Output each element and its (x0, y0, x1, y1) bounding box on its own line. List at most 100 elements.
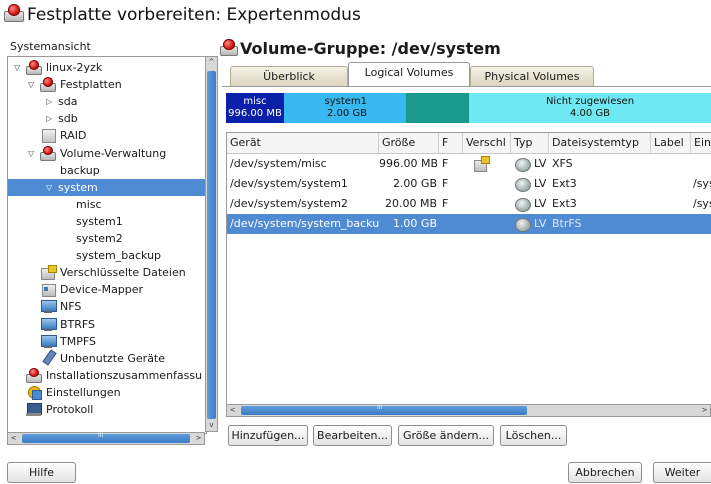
tree-item-label: Festplatten (60, 78, 122, 92)
cell-device: /dev/system/misc (230, 157, 327, 170)
cell-device: /dev/system/system2 (230, 197, 348, 210)
tree-item-nfs[interactable]: NFS (8, 298, 206, 315)
col-fs-type[interactable]: Dateisystemtyp (549, 133, 651, 153)
scroll-grip: III (377, 404, 383, 411)
cancel-button[interactable]: Abbrechen (568, 462, 642, 483)
table-horizontal-scrollbar[interactable]: < III > (226, 404, 711, 417)
col-device[interactable]: Gerät (227, 133, 379, 153)
settings-icon (26, 384, 42, 400)
tree-item-sdb[interactable]: ▷ sdb (8, 110, 206, 127)
add-button[interactable]: Hinzufügen... (228, 425, 308, 446)
volume-group-title: Volume-Gruppe: /dev/system (220, 39, 501, 58)
tree-item-tmpfs[interactable]: TMPFS (8, 333, 206, 350)
cell-type: LV (534, 217, 547, 230)
cell-type: LV (534, 157, 547, 170)
collapse-arrow-icon[interactable]: ▽ (14, 59, 20, 76)
cell-size: 1.00 GB (392, 217, 437, 230)
tree-vertical-scrollbar[interactable]: ^ v (205, 56, 218, 432)
tab-physical-volumes[interactable]: Physical Volumes (470, 66, 594, 86)
tree-item-unbenutzte-ger-te[interactable]: Unbenutzte Geräte (8, 349, 206, 367)
scroll-down-icon[interactable]: v (206, 420, 217, 431)
table-horizontal-scroll-thumb[interactable]: III (241, 404, 527, 415)
tree-item-label: system (58, 180, 98, 194)
next-button[interactable]: Weiter (653, 462, 711, 483)
tree-item-raid[interactable]: RAID (8, 127, 206, 144)
expand-arrow-icon[interactable]: ▷ (46, 93, 52, 110)
bar-segment-misc[interactable]: misc 996.00 MB (226, 93, 284, 123)
tree-item-label: NFS (60, 300, 82, 314)
tree-item-btrfs[interactable]: BTRFS (8, 316, 206, 333)
system-view-tree[interactable]: ▽ linux-2yzk ▽ Festplatten ▷ sda ▷ sdb RAID ▽ Volu… (7, 56, 207, 434)
table-row[interactable]: /dev/system/system2 20.00 MB F LV Ext3/sys (227, 194, 711, 214)
tab-panel-border (222, 86, 711, 87)
tree-item-label: linux-2yzk (46, 61, 103, 74)
resize-button[interactable]: Größe ändern... (398, 425, 494, 446)
bar-segment-other[interactable] (406, 93, 469, 123)
tree-item-sda[interactable]: ▷ sda (8, 93, 206, 110)
edit-button[interactable]: Bearbeiten... (313, 425, 392, 446)
cell-type: LV (534, 197, 547, 210)
scroll-left-icon[interactable]: < (8, 433, 19, 444)
delete-button[interactable]: Löschen... (500, 425, 567, 446)
logical-volume-icon (515, 158, 531, 172)
logical-volume-icon (515, 178, 531, 192)
col-label[interactable]: Label (651, 133, 691, 153)
tree-item-verschl-sselte-dateien[interactable]: Verschlüsselte Dateien (8, 264, 206, 281)
tree-item-backup[interactable]: backup (8, 162, 206, 179)
table-row[interactable]: /dev/system/misc 996.00 MB F LV XFS (227, 154, 711, 174)
tree-vertical-scroll-thumb[interactable] (207, 71, 216, 419)
tree-item-system1[interactable]: system1 (8, 213, 206, 230)
logical-volumes-table: Gerät Größe F Verschl Typ Dateisystemtyp… (226, 132, 711, 406)
cell-label (654, 214, 690, 234)
cell-mount (693, 214, 711, 234)
scroll-right-icon[interactable]: > (193, 433, 204, 444)
tree-item-label: BTRFS (60, 317, 96, 331)
volume-usage-bar: misc 996.00 MB system1 2.00 GB Nicht zugew… (226, 93, 711, 123)
collapse-arrow-icon[interactable]: ▽ (28, 76, 34, 93)
tree-item-device-mapper[interactable]: Device-Mapper (8, 281, 206, 298)
tree-item-label: Device-Mapper (60, 283, 144, 297)
scroll-left-icon[interactable]: < (227, 405, 238, 416)
tree-item-festplatten[interactable]: ▽ Festplatten (8, 76, 206, 93)
col-size[interactable]: Größe (379, 133, 439, 153)
cell-f: F (442, 197, 449, 210)
tree-item-volume-verwaltung[interactable]: ▽ Volume-Verwaltung (8, 145, 206, 162)
tree-item-protokoll[interactable]: Protokoll (8, 401, 206, 418)
tree-horizontal-scrollbar[interactable]: < III > (7, 432, 205, 445)
nfs-icon (40, 298, 57, 314)
scroll-right-icon[interactable]: > (699, 405, 710, 416)
tree-item-linux-2yzk[interactable]: ▽ linux-2yzk (8, 59, 206, 76)
tree-item-label: Verschlüsselte Dateien (60, 266, 186, 280)
bar-segment-system1[interactable]: system1 2.00 GB (284, 93, 406, 123)
hard-disk-icon (4, 4, 24, 22)
computer-icon (26, 59, 42, 75)
col-mount[interactable]: Einh (691, 133, 711, 153)
tree-item-system[interactable]: ▽ system (8, 178, 206, 196)
tree-item-installationszusammenfassu[interactable]: Installationszusammenfassu (8, 367, 206, 384)
table-row[interactable]: /dev/system/system_backup 1.00 GB LV BtrFS (227, 214, 711, 234)
hard-disk-icon (40, 145, 56, 161)
tab-logical-volumes[interactable]: Logical Volumes (348, 62, 470, 87)
collapse-arrow-icon[interactable]: ▽ (28, 145, 34, 162)
expand-arrow-icon[interactable]: ▷ (46, 110, 52, 127)
tree-item-system2[interactable]: system2 (8, 230, 206, 247)
collapse-arrow-icon[interactable]: ▽ (46, 179, 52, 196)
cell-fs: Ext3 (552, 197, 577, 210)
table-row[interactable]: /dev/system/system1 2.00 GB F LV Ext3/sys (227, 174, 711, 194)
col-type[interactable]: Typ (511, 133, 549, 153)
bar-segment-unallocated[interactable]: Nicht zugewiesen 4.00 GB (469, 93, 711, 123)
help-button[interactable]: Hilfe (7, 462, 76, 483)
scroll-up-icon[interactable]: ^ (206, 57, 217, 68)
cell-label (654, 174, 690, 194)
tree-item-system-backup[interactable]: system_backup (8, 247, 206, 264)
cell-f (442, 214, 460, 234)
tab-overview[interactable]: Überblick (230, 66, 348, 86)
tree-item-einstellungen[interactable]: Einstellungen (8, 384, 206, 401)
col-encrypted[interactable]: Verschl (463, 133, 511, 153)
tmpfs-icon (40, 333, 57, 349)
tree-item-misc[interactable]: misc (8, 196, 206, 213)
tree-horizontal-scroll-thumb[interactable]: III (22, 432, 190, 443)
device-mapper-icon (40, 281, 56, 298)
cell-f: F (442, 157, 449, 170)
col-format[interactable]: F (439, 133, 463, 153)
